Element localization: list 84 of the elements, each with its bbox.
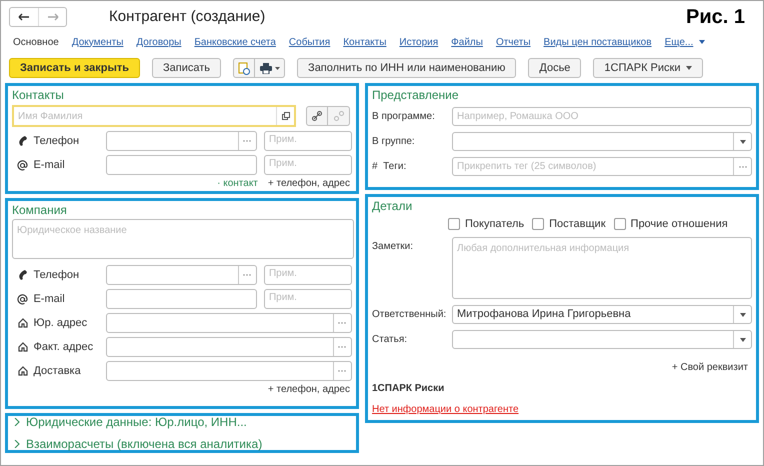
- house-icon: [18, 342, 28, 352]
- spark-title: 1СПАРК Риски: [372, 382, 446, 396]
- chevron-icon: [14, 440, 20, 448]
- toolbar-button[interactable]: Записать: [152, 58, 222, 78]
- document-clock-button[interactable]: [233, 58, 256, 78]
- caret-icon: [740, 338, 746, 342]
- form-tab[interactable]: Документы: [72, 34, 124, 50]
- link-button[interactable]: [306, 106, 328, 126]
- checkbox[interactable]: [614, 218, 626, 230]
- form-tab[interactable]: Банковские счета: [194, 34, 276, 50]
- spark-menu-button[interactable]: 1СПАРК Риски: [593, 58, 704, 78]
- section-title: Детали: [372, 198, 414, 215]
- chevron-icon: [14, 418, 20, 426]
- window-title: Контрагент (создание): [109, 6, 266, 27]
- field-label: Статья:: [372, 333, 408, 347]
- add-link[interactable]: + телефон, адрес: [268, 384, 350, 396]
- collapsible-section[interactable]: Юридические данные: Юр.лицо, ИНН...: [14, 413, 350, 431]
- field-label: Юр. адрес: [33, 316, 88, 331]
- print-button[interactable]: [255, 58, 286, 78]
- chain-link-icon: [312, 111, 322, 121]
- toolbar-button[interactable]: Досье: [528, 58, 582, 78]
- field-label: Телефон: [33, 268, 80, 283]
- caret-icon: [740, 312, 746, 316]
- dropdown-field[interactable]: [452, 330, 752, 349]
- address-field[interactable]: [106, 361, 352, 381]
- checkbox-label: Покупатель: [465, 216, 524, 232]
- add-attribute-link[interactable]: + Свой реквизит: [672, 360, 748, 375]
- field-label: Факт. адрес: [33, 340, 94, 355]
- broken-link-icon: [334, 111, 344, 121]
- field-label: Ответственный:: [372, 308, 448, 322]
- save-close-button[interactable]: Записать и закрыть: [9, 58, 140, 78]
- field-label: E-mail: [33, 292, 66, 307]
- field-label: В группе:: [372, 135, 416, 149]
- figure-label: Рис. 1: [686, 5, 745, 30]
- input-field[interactable]: [106, 265, 257, 285]
- form-tab[interactable]: Еще...: [664, 34, 706, 50]
- input-field[interactable]: [106, 131, 257, 151]
- form-tab[interactable]: Файлы: [451, 34, 483, 50]
- collapsible-section[interactable]: Взаиморасчеты (включена вся аналитика): [14, 435, 350, 453]
- form-tab[interactable]: Отчеты: [496, 34, 531, 50]
- checkbox[interactable]: [448, 218, 460, 230]
- section-title: Контакты: [12, 87, 65, 104]
- input-field[interactable]: [452, 132, 752, 151]
- printer-icon: [260, 62, 272, 74]
- form-tab[interactable]: Контакты: [343, 34, 386, 50]
- left-arrow-icon: [18, 13, 30, 21]
- right-arrow-icon: [46, 13, 58, 21]
- document-clock-icon: [238, 62, 250, 74]
- at-sign-icon: [17, 160, 28, 170]
- checkbox-label: Прочие отношения: [630, 216, 728, 232]
- caret-icon: [686, 66, 692, 70]
- address-field[interactable]: [106, 337, 352, 357]
- checkbox-label: Поставщик: [549, 216, 606, 232]
- form-tab[interactable]: Виды цен поставщиков: [544, 34, 652, 50]
- caret-icon: [274, 66, 280, 70]
- section-title: Представление: [372, 87, 460, 104]
- form-tab[interactable]: История: [399, 34, 438, 50]
- field-label: Телефон: [33, 134, 80, 149]
- input-field[interactable]: [106, 289, 257, 309]
- toolbar-button[interactable]: Заполнить по ИНН или наименованию: [297, 58, 516, 78]
- field-label: Доставка: [33, 364, 82, 379]
- form-tab[interactable]: Основное: [13, 34, 59, 50]
- caret-icon: [699, 40, 706, 44]
- field-label: E-mail: [33, 158, 66, 173]
- input-field[interactable]: [106, 155, 257, 175]
- form-tab[interactable]: Договоры: [136, 34, 182, 50]
- field-label: В программе:: [372, 110, 436, 124]
- phone-icon: [18, 136, 28, 146]
- caret-icon: [740, 140, 746, 144]
- open-icon: [282, 112, 290, 120]
- dropdown-field[interactable]: Митрофанова Ирина Григорьевна: [452, 305, 752, 324]
- section-title: Компания: [12, 202, 68, 219]
- house-icon: [18, 366, 28, 376]
- add-link[interactable]: · контакт: [217, 178, 258, 190]
- house-icon: [18, 318, 28, 328]
- at-sign-icon: [17, 294, 28, 304]
- field-label: Заметки:: [372, 240, 414, 254]
- no-info-link[interactable]: Нет информации о контрагенте: [372, 404, 519, 415]
- checkbox[interactable]: [532, 218, 544, 230]
- address-field[interactable]: [106, 313, 352, 333]
- form-tab[interactable]: События: [288, 34, 330, 50]
- add-link[interactable]: + телефон, адрес: [268, 178, 350, 190]
- phone-icon: [18, 270, 28, 280]
- field-label: # Теги:: [372, 160, 408, 174]
